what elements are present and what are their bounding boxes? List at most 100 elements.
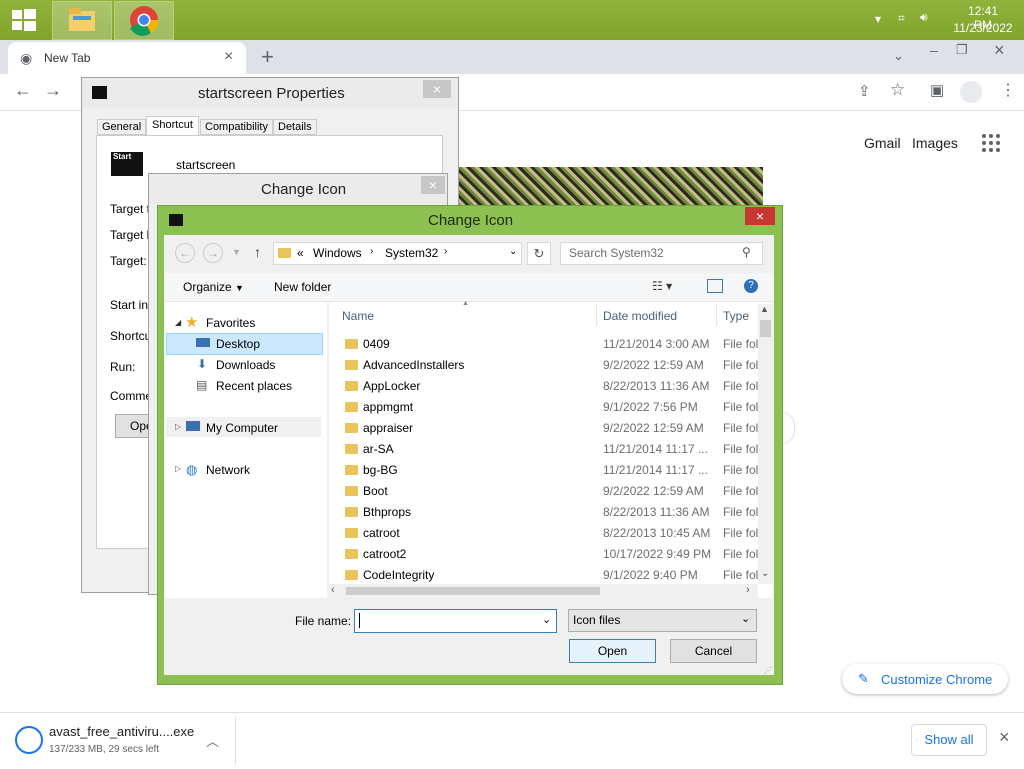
list-item[interactable]: appmgmt 9/1/2022 7:56 PM File fol bbox=[342, 397, 772, 418]
tray-chevron-icon[interactable]: ▾ bbox=[875, 12, 881, 26]
tab-close-icon[interactable]: × bbox=[224, 48, 233, 66]
column-header-date[interactable]: Date modified bbox=[603, 309, 677, 323]
profile-avatar[interactable] bbox=[960, 81, 982, 103]
tab-search-icon[interactable]: ⌄ bbox=[893, 48, 904, 64]
breadcrumb-windows[interactable]: Windows bbox=[313, 246, 362, 260]
properties-titlebar[interactable]: startscreen Properties × bbox=[82, 78, 458, 108]
list-item[interactable]: appraiser 9/2/2022 12:59 AM File fol bbox=[342, 418, 772, 439]
column-divider bbox=[716, 304, 717, 326]
images-link[interactable]: Images bbox=[912, 135, 958, 151]
list-item[interactable]: Bthprops 8/22/2013 11:36 AM File fol bbox=[342, 502, 772, 523]
nav-recent-places[interactable]: Recent places bbox=[216, 379, 292, 393]
tab-details[interactable]: Details bbox=[273, 119, 317, 135]
new-folder-button[interactable]: New folder bbox=[274, 280, 331, 294]
list-item[interactable]: ar-SA 11/21/2014 11:17 ... File fol bbox=[342, 439, 772, 460]
chrome-icon[interactable] bbox=[114, 1, 174, 40]
gmail-link[interactable]: Gmail bbox=[864, 135, 901, 151]
up-folder-icon[interactable]: ↑ bbox=[254, 244, 261, 260]
horizontal-scroll-thumb[interactable] bbox=[346, 587, 600, 595]
customize-chrome-button[interactable]: ✎ Customize Chrome bbox=[842, 664, 1008, 694]
change-icon-back-titlebar[interactable]: Change Icon × bbox=[149, 174, 447, 204]
side-panel-icon[interactable]: ▣ bbox=[930, 81, 944, 99]
close-download-bar-icon[interactable]: × bbox=[999, 727, 1010, 748]
file-name: AppLocker bbox=[363, 379, 421, 393]
new-tab-button[interactable]: + bbox=[261, 44, 274, 70]
file-type-select[interactable]: Icon files ⌄ bbox=[568, 609, 757, 632]
file-date: 10/17/2022 9:49 PM bbox=[603, 547, 712, 561]
clock-date[interactable]: 11/23/2022 bbox=[950, 21, 1016, 35]
open-button[interactable]: Open bbox=[569, 639, 656, 663]
change-icon-back-close[interactable]: × bbox=[421, 176, 445, 194]
list-item[interactable]: AppLocker 8/22/2013 11:36 AM File fol bbox=[342, 376, 772, 397]
organize-button[interactable]: Organize ▼ bbox=[183, 280, 244, 294]
scroll-left-icon[interactable]: ‹ bbox=[331, 584, 335, 596]
file-name-input[interactable]: ⌄ bbox=[354, 609, 557, 633]
tab-new-tab[interactable]: ◉ New Tab × bbox=[8, 42, 246, 74]
help-icon[interactable]: ? bbox=[744, 279, 758, 293]
file-name: CodeIntegrity bbox=[363, 568, 435, 582]
file-dialog-close-button[interactable]: × bbox=[745, 207, 775, 225]
nav-forward-icon[interactable]: → bbox=[203, 243, 223, 263]
favorites-expand-icon[interactable]: ◢ bbox=[175, 318, 181, 327]
file-date: 8/22/2013 11:36 AM bbox=[603, 379, 710, 393]
resize-grip-icon[interactable]: ⋰ bbox=[764, 666, 772, 675]
vertical-scrollbar[interactable] bbox=[758, 304, 773, 584]
nav-network[interactable]: Network bbox=[206, 463, 250, 477]
network-expand-icon[interactable]: ▷ bbox=[175, 464, 181, 473]
nav-desktop[interactable]: Desktop bbox=[216, 337, 260, 351]
properties-close-button[interactable]: × bbox=[423, 80, 451, 98]
nav-my-computer[interactable]: My Computer bbox=[206, 421, 278, 435]
scroll-right-icon[interactable]: › bbox=[746, 584, 750, 596]
list-item[interactable]: bg-BG 11/21/2014 11:17 ... File fol bbox=[342, 460, 772, 481]
preview-pane-icon[interactable] bbox=[707, 279, 723, 293]
file-explorer-icon[interactable] bbox=[52, 1, 112, 40]
close-window-icon[interactable]: × bbox=[994, 40, 1005, 61]
nav-favorites[interactable]: Favorites bbox=[206, 316, 255, 330]
chevron-up-icon[interactable]: ︿ bbox=[206, 731, 219, 750]
my-computer-icon bbox=[186, 421, 200, 431]
network-icon[interactable]: ⌗ bbox=[898, 11, 905, 26]
download-filename[interactable]: avast_free_antiviru....exe bbox=[49, 724, 194, 739]
recent-locations-icon[interactable]: ▼ bbox=[232, 247, 241, 257]
search-input[interactable]: Search System32 ⚲ bbox=[560, 242, 763, 265]
column-header-name[interactable]: Name bbox=[342, 309, 374, 323]
tab-compatibility[interactable]: Compatibility bbox=[200, 119, 273, 135]
tab-shortcut[interactable]: Shortcut bbox=[146, 116, 199, 135]
doodle-image[interactable] bbox=[455, 167, 763, 207]
menu-icon[interactable]: ⋮ bbox=[1000, 80, 1016, 100]
download-divider bbox=[235, 717, 236, 765]
back-icon[interactable]: ← bbox=[14, 80, 32, 101]
windows-start-icon[interactable] bbox=[10, 8, 38, 32]
bookmark-star-icon[interactable]: ☆ bbox=[890, 80, 905, 100]
file-type: File fol bbox=[723, 547, 759, 561]
my-computer-expand-icon[interactable]: ▷ bbox=[175, 422, 181, 431]
scroll-up-icon[interactable]: ▲ bbox=[760, 304, 769, 314]
breadcrumb-system32[interactable]: System32 bbox=[385, 246, 438, 260]
list-item[interactable]: 0409 11/21/2014 3:00 AM File fol bbox=[342, 334, 772, 355]
list-item[interactable]: AdvancedInstallers 9/2/2022 12:59 AM File … bbox=[342, 355, 772, 376]
file-type: File fol bbox=[723, 526, 759, 540]
list-item[interactable]: catroot2 10/17/2022 9:49 PM File fol bbox=[342, 544, 772, 565]
forward-icon[interactable]: → bbox=[44, 80, 62, 101]
nav-downloads[interactable]: Downloads bbox=[216, 358, 275, 372]
list-item[interactable]: Boot 9/2/2022 12:59 AM File fol bbox=[342, 481, 772, 502]
tab-general[interactable]: General bbox=[97, 119, 147, 135]
scroll-down-icon[interactable]: ⌄ bbox=[761, 568, 769, 579]
view-options-icon[interactable]: ☷ ▾ bbox=[652, 279, 672, 293]
cancel-button[interactable]: Cancel bbox=[670, 639, 757, 663]
address-dropdown-icon[interactable]: ⌄ bbox=[509, 246, 517, 257]
vertical-scroll-thumb[interactable] bbox=[760, 320, 771, 337]
file-name: AdvancedInstallers bbox=[363, 358, 465, 372]
apps-grid-icon[interactable] bbox=[981, 133, 1001, 153]
refresh-icon[interactable]: ↻ bbox=[527, 242, 551, 265]
restore-icon[interactable]: ❐ bbox=[956, 42, 968, 58]
nav-back-icon[interactable]: ← bbox=[175, 243, 195, 263]
list-item[interactable]: catroot 8/22/2013 10:45 AM File fol bbox=[342, 523, 772, 544]
list-item[interactable]: CodeIntegrity 9/1/2022 9:40 PM File fol bbox=[342, 565, 772, 582]
file-name-dropdown-icon[interactable]: ⌄ bbox=[542, 613, 551, 626]
minimize-icon[interactable]: – bbox=[930, 42, 938, 58]
column-header-type[interactable]: Type bbox=[723, 309, 749, 323]
volume-icon[interactable]: 🔊︎ bbox=[920, 10, 928, 25]
share-icon[interactable]: ⇪ bbox=[858, 82, 871, 100]
show-all-button[interactable]: Show all bbox=[911, 724, 987, 756]
